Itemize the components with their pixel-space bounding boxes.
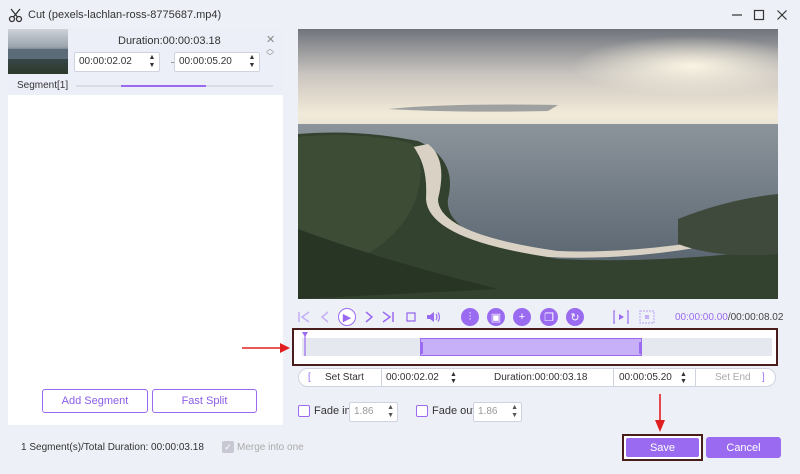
set-start-bracket-icon: [ (308, 372, 311, 383)
timeline-selection[interactable] (420, 338, 642, 356)
fade-out-input[interactable]: 1.86 ▲ ▼ (473, 402, 522, 422)
minimize-icon (732, 14, 742, 16)
set-range-bar: [ Set Start 00:00:02.02 ▲ ▼ Duration:00:0… (298, 368, 776, 387)
minimize-button[interactable] (727, 5, 747, 25)
segment-reorder-icon[interactable]: ︿ ﹀ (266, 45, 274, 61)
timeline-start-handle[interactable] (420, 342, 423, 354)
segment-end-time: 00:00:05.20 (179, 56, 232, 67)
split-tool-button[interactable]: ⫶ (460, 307, 480, 327)
fade-out-value: 1.86 (478, 406, 498, 417)
save-highlight: Save (622, 434, 703, 461)
segment-label: Segment[1] (17, 80, 69, 91)
fade-in-checkbox[interactable] (298, 405, 310, 417)
set-end-spinner[interactable]: ▲ ▼ (680, 371, 687, 385)
annotation-arrow-right-icon (242, 343, 290, 353)
plus-icon: + (513, 308, 531, 326)
video-frame (298, 29, 778, 299)
timeline[interactable] (292, 328, 778, 366)
reset-icon: ↻ (566, 308, 584, 326)
volume-icon[interactable] (424, 307, 442, 327)
play-icon: ▶ (338, 308, 356, 326)
snapshot-button[interactable]: ▣ (486, 307, 506, 327)
fade-out-checkbox[interactable] (416, 405, 428, 417)
total-duration-summary: 1 Segment(s)/Total Duration: 00:00:03.18 (21, 442, 204, 453)
split-icon: ⫶ (461, 308, 479, 326)
segment-panel: Duration:00:00:03.18 00:00:02.02 ▲ ▼ 00:0… (8, 29, 283, 425)
annotation-arrow-down-icon (655, 394, 665, 432)
go-to-end-icon[interactable] (380, 307, 398, 327)
divider (613, 369, 614, 386)
merge-checkbox[interactable]: ✓ (222, 441, 234, 453)
stop-icon[interactable] (403, 307, 419, 327)
close-icon (777, 10, 787, 20)
divider (381, 369, 382, 386)
add-segment-button[interactable]: Add Segment (42, 389, 148, 413)
playhead-marker-icon[interactable] (302, 332, 308, 356)
fade-out-label: Fade out (432, 405, 476, 417)
segment-start-time: 00:00:02.02 (79, 56, 132, 67)
fade-in-label: Fade in (314, 405, 351, 417)
segment-progress-fill (121, 85, 206, 87)
fast-split-button[interactable]: Fast Split (152, 389, 257, 413)
segment-start-time-input[interactable]: 00:00:02.02 ▲ ▼ (74, 52, 160, 72)
segment-duration: Duration:00:00:03.18 (118, 35, 221, 47)
fade-out-spinner[interactable]: ▲ ▼ (511, 404, 518, 420)
scissors-icon (8, 8, 23, 23)
go-to-start-icon[interactable] (296, 307, 312, 327)
reset-button[interactable]: ↻ (565, 307, 585, 327)
segment-end-time-input[interactable]: 00:00:05.20 ▲ ▼ (174, 52, 260, 72)
previous-frame-icon[interactable] (317, 307, 333, 327)
set-end-button[interactable]: Set End (715, 372, 751, 383)
segment-start-spinner[interactable]: ▲ ▼ (147, 54, 157, 70)
cancel-button[interactable]: Cancel (706, 437, 781, 458)
current-time: 00:00:00.00 (675, 312, 728, 323)
maximize-button[interactable] (749, 5, 769, 25)
merge-label: Merge into one (237, 442, 304, 453)
video-preview (298, 29, 778, 299)
close-button[interactable] (772, 5, 792, 25)
set-start-button[interactable]: Set Start (325, 372, 364, 383)
fade-in-input[interactable]: 1.86 ▲ ▼ (349, 402, 398, 422)
segment-thumbnail (8, 29, 68, 74)
window-title: Cut (pexels-lachlan-ross-8775687.mp4) (28, 9, 222, 21)
preview-segment-icon[interactable] (612, 307, 630, 327)
copy-icon: ❐ (540, 308, 558, 326)
save-button[interactable]: Save (626, 438, 699, 457)
segment-end-spinner[interactable]: ▲ ▼ (247, 54, 257, 70)
time-readout: 00:00:00.00/00:00:08.02 (675, 312, 783, 323)
divider (695, 369, 696, 386)
set-end-bracket-icon: ] (762, 372, 765, 383)
set-end-time[interactable]: 00:00:05.20 (619, 372, 672, 383)
title-bar: Cut (pexels-lachlan-ross-8775687.mp4) (0, 0, 800, 30)
fade-in-spinner[interactable]: ▲ ▼ (387, 404, 394, 420)
add-button[interactable]: + (512, 307, 532, 327)
set-duration: Duration:00:00:03.18 (494, 372, 588, 383)
set-start-time[interactable]: 00:00:02.02 (386, 372, 439, 383)
loop-segment-icon[interactable] (638, 307, 656, 327)
set-start-spinner[interactable]: ▲ ▼ (450, 371, 457, 385)
timeline-end-handle[interactable] (639, 342, 642, 354)
snapshot-icon: ▣ (487, 308, 505, 326)
copy-button[interactable]: ❐ (539, 307, 559, 327)
total-time: /00:00:08.02 (727, 312, 784, 323)
play-button[interactable]: ▶ (337, 307, 357, 327)
next-frame-icon[interactable] (361, 307, 377, 327)
fade-in-value: 1.86 (354, 406, 374, 417)
segment-card[interactable]: Duration:00:00:03.18 00:00:02.02 ▲ ▼ 00:0… (8, 29, 283, 95)
maximize-icon (753, 9, 765, 21)
